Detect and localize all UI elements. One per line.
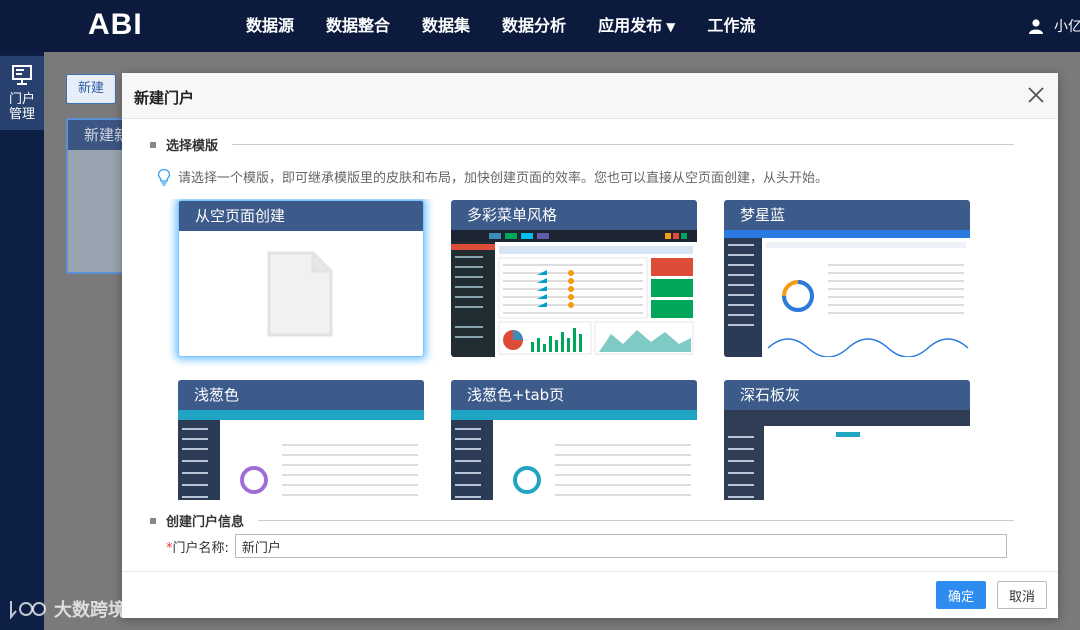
watermark: 大数跨境	[8, 596, 126, 622]
template-card-colorful-menu[interactable]: 多彩菜单风格	[451, 200, 697, 357]
divider	[232, 144, 1014, 145]
template-preview	[724, 230, 970, 357]
nav-item-data-source[interactable]: 数据源	[230, 0, 310, 52]
nav-item-dataset[interactable]: 数据集	[406, 0, 486, 52]
tip-text: 请选择一个模版，即可继承模版里的皮肤和布局，加快创建页面的效率。您也可以直接从空…	[178, 171, 829, 186]
sidebar-label: 管理	[8, 107, 35, 122]
watermark-text: 大数跨境	[54, 600, 126, 621]
dialog-header: 新建门户	[122, 73, 1058, 119]
section-marker	[150, 517, 156, 524]
section-select-template: 选择模版	[150, 135, 1014, 154]
nav-label: 数据整合	[326, 16, 391, 35]
template-preview	[451, 230, 697, 357]
close-icon[interactable]	[1026, 85, 1046, 105]
template-title: 深石板灰	[724, 380, 970, 410]
dialog-footer: 确定 取消	[122, 571, 1058, 618]
watermark-logo-icon	[10, 601, 46, 620]
template-title: 浅葱色+tab页	[451, 380, 697, 410]
portal-name-row: *门户名称:	[166, 534, 1007, 558]
sidebar-item-portal-management[interactable]: 门户 管理	[0, 56, 44, 130]
template-title: 多彩菜单风格	[451, 200, 697, 230]
monitor-icon	[12, 65, 32, 85]
template-preview	[724, 410, 970, 500]
section-portal-info: 创建门户信息	[150, 511, 1014, 530]
template-preview	[179, 231, 423, 356]
portal-name-label-text: 门户名称:	[172, 540, 229, 556]
nav-label: 数据源	[246, 16, 295, 35]
nav-label: 数据集	[422, 16, 471, 35]
template-title: 梦星蓝	[724, 200, 970, 230]
nav-item-workflow[interactable]: 工作流	[691, 0, 771, 52]
blank-page-icon	[267, 251, 333, 337]
new-portal-button[interactable]: 新建	[66, 74, 116, 104]
sidebar-label: 门户	[8, 92, 35, 107]
nav-label: 数据分析	[502, 16, 567, 35]
template-tip: 请选择一个模版，即可继承模版里的皮肤和布局，加快创建页面的效率。您也可以直接从空…	[156, 167, 828, 186]
nav-label: 工作流	[707, 16, 756, 35]
template-title: 浅葱色	[178, 380, 424, 410]
template-card-blank[interactable]: 从空页面创建	[178, 200, 424, 357]
section-title: 创建门户信息	[166, 515, 245, 530]
lightbulb-icon	[157, 168, 171, 186]
portal-name-label: *门户名称:	[166, 537, 229, 556]
section-title: 选择模版	[166, 139, 219, 154]
user-name: 小亿	[1054, 19, 1080, 35]
new-portal-dialog: 新建门户 选择模版 请选择一个模版，即可继承模版里的皮肤和布局，加快创建页面的效…	[122, 73, 1058, 618]
template-card-dream-blue[interactable]: 梦星蓝	[724, 200, 970, 357]
app-logo[interactable]: ABI	[88, 8, 143, 42]
caret-down-icon: ▼	[666, 20, 676, 34]
section-marker	[150, 141, 156, 148]
left-sidebar: 门户 管理	[0, 52, 44, 630]
divider	[258, 520, 1014, 521]
dialog-title: 新建门户	[134, 89, 195, 107]
cancel-button[interactable]: 取消	[997, 581, 1047, 609]
template-title: 从空页面创建	[179, 201, 423, 231]
user-menu[interactable]: 小亿	[1028, 16, 1080, 36]
template-card-slate-gray[interactable]: 深石板灰	[724, 380, 970, 500]
template-card-light-teal-tab[interactable]: 浅葱色+tab页	[451, 380, 697, 500]
user-icon	[1029, 19, 1043, 34]
template-preview	[451, 410, 697, 500]
nav-item-data-analysis[interactable]: 数据分析	[486, 0, 582, 52]
template-card-light-teal[interactable]: 浅葱色	[178, 380, 424, 500]
confirm-button[interactable]: 确定	[936, 581, 986, 609]
nav-item-app-publish[interactable]: 应用发布 ▼	[582, 0, 691, 52]
top-nav-bar: ABI 数据源 数据整合 数据集 数据分析 应用发布 ▼ 工作流 小亿	[0, 0, 1080, 52]
portal-name-input[interactable]	[234, 534, 1007, 558]
template-preview	[178, 410, 424, 500]
template-grid: 从空页面创建 多彩菜单风格 梦星蓝 浅葱色 浅葱色+tab页 深石板灰	[158, 199, 978, 500]
nav-item-data-integration[interactable]: 数据整合	[310, 0, 406, 52]
nav-label: 应用发布	[598, 16, 663, 35]
main-nav: 数据源 数据整合 数据集 数据分析 应用发布 ▼ 工作流	[230, 0, 771, 52]
